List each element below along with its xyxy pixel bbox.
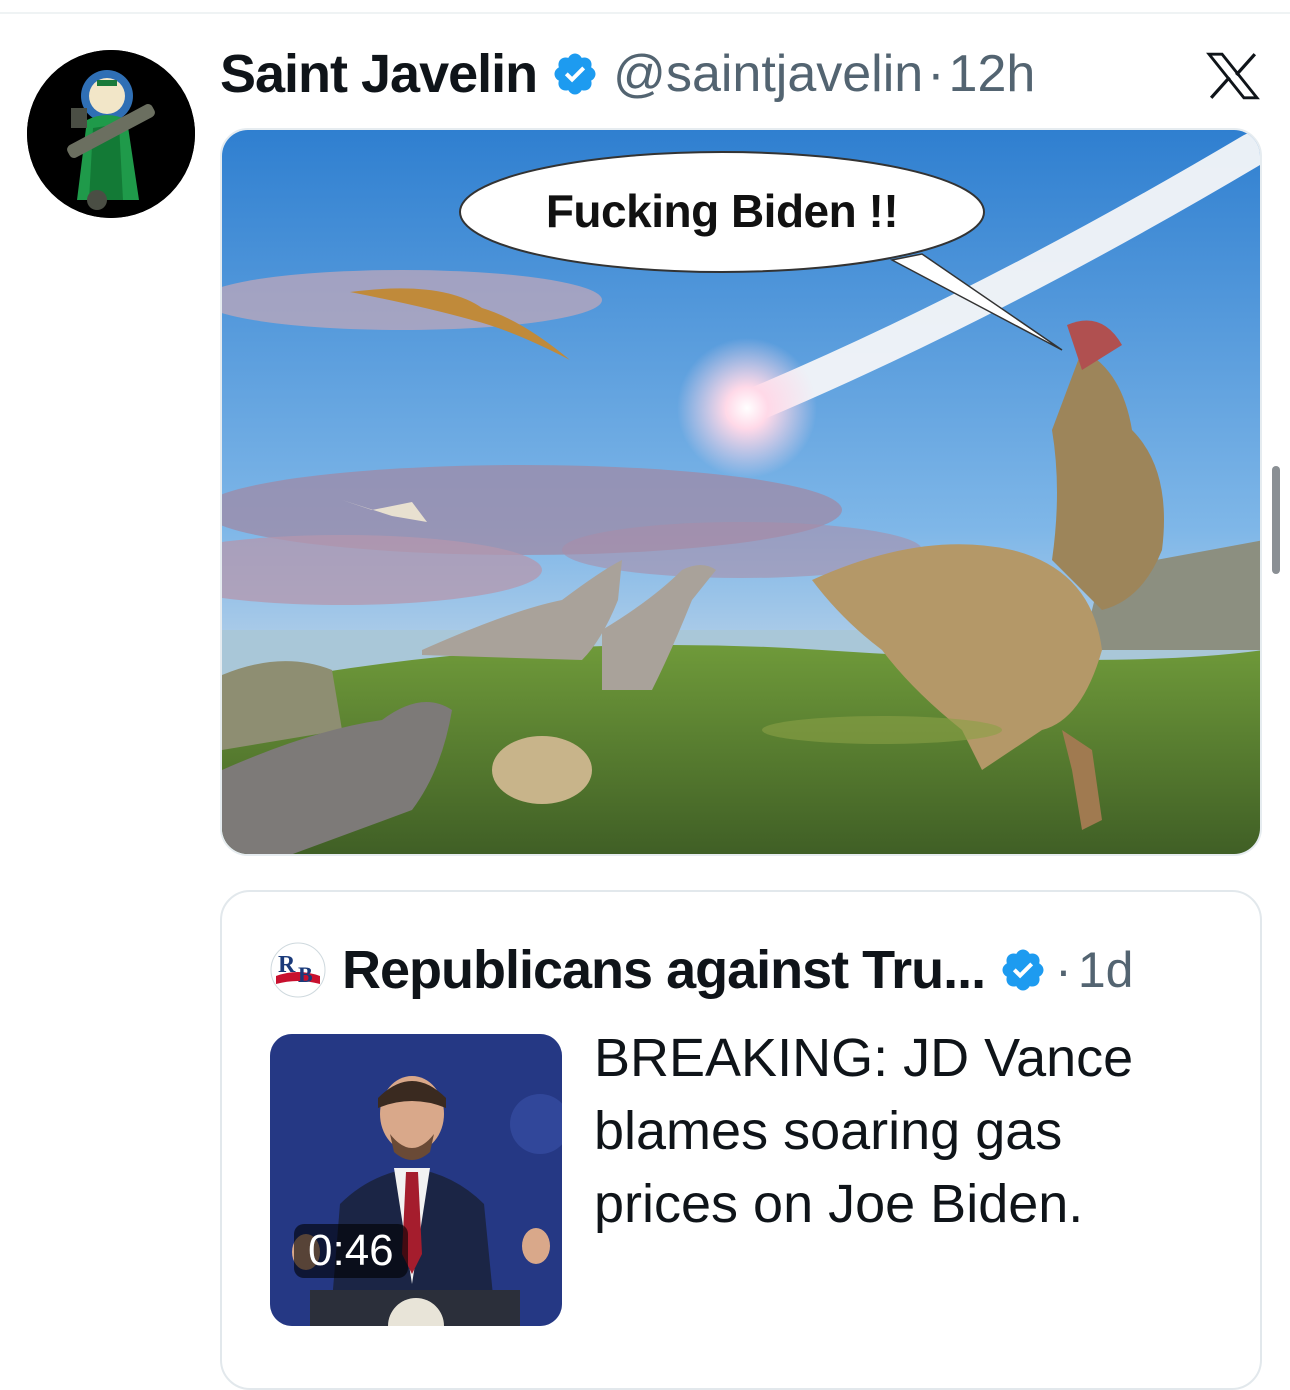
speech-bubble-text: Fucking Biden !! bbox=[545, 185, 899, 237]
quoted-tweet-header: R B Republicans against Tru... · 1d bbox=[270, 938, 1133, 1002]
video-duration-badge: 0:46 bbox=[294, 1224, 408, 1278]
quoted-tweet-timestamp[interactable]: 1d bbox=[1078, 941, 1134, 999]
republicans-against-trump-logo-icon[interactable]: R B bbox=[270, 942, 326, 998]
author-display-name[interactable]: Saint Javelin bbox=[220, 43, 538, 105]
verified-badge-icon[interactable] bbox=[551, 50, 599, 98]
separator-dot: · bbox=[927, 45, 945, 103]
svg-text:R: R bbox=[278, 952, 296, 978]
dinosaur-meteor-illustration bbox=[222, 130, 1260, 854]
tweet-header: Saint Javelin @saintjavelin · 12h bbox=[220, 38, 1035, 110]
author-avatar[interactable] bbox=[27, 50, 195, 218]
author-handle[interactable]: @saintjavelin bbox=[613, 44, 923, 104]
quoted-tweet-card[interactable]: R B Republicans against Tru... · 1d 0:46… bbox=[220, 890, 1262, 1390]
tweet-timestamp[interactable]: 12h bbox=[949, 44, 1036, 104]
quoted-video-thumbnail[interactable]: 0:46 bbox=[270, 1034, 562, 1326]
top-divider bbox=[0, 12, 1290, 14]
tweet-media-image[interactable]: Fucking Biden !! bbox=[220, 128, 1262, 856]
quoted-author-name[interactable]: Republicans against Tru... bbox=[342, 939, 986, 1001]
scrollbar-thumb[interactable] bbox=[1272, 466, 1280, 574]
verified-badge-icon[interactable] bbox=[999, 946, 1047, 994]
quoted-tweet-text: BREAKING: JD Vance blames soaring gas pr… bbox=[594, 1028, 1134, 1234]
x-logo-icon[interactable] bbox=[1206, 52, 1260, 100]
separator-dot: · bbox=[1055, 942, 1072, 998]
saint-javelin-avatar-image bbox=[27, 50, 195, 218]
svg-text:B: B bbox=[298, 962, 313, 987]
video-thumbnail-image bbox=[270, 1034, 562, 1326]
